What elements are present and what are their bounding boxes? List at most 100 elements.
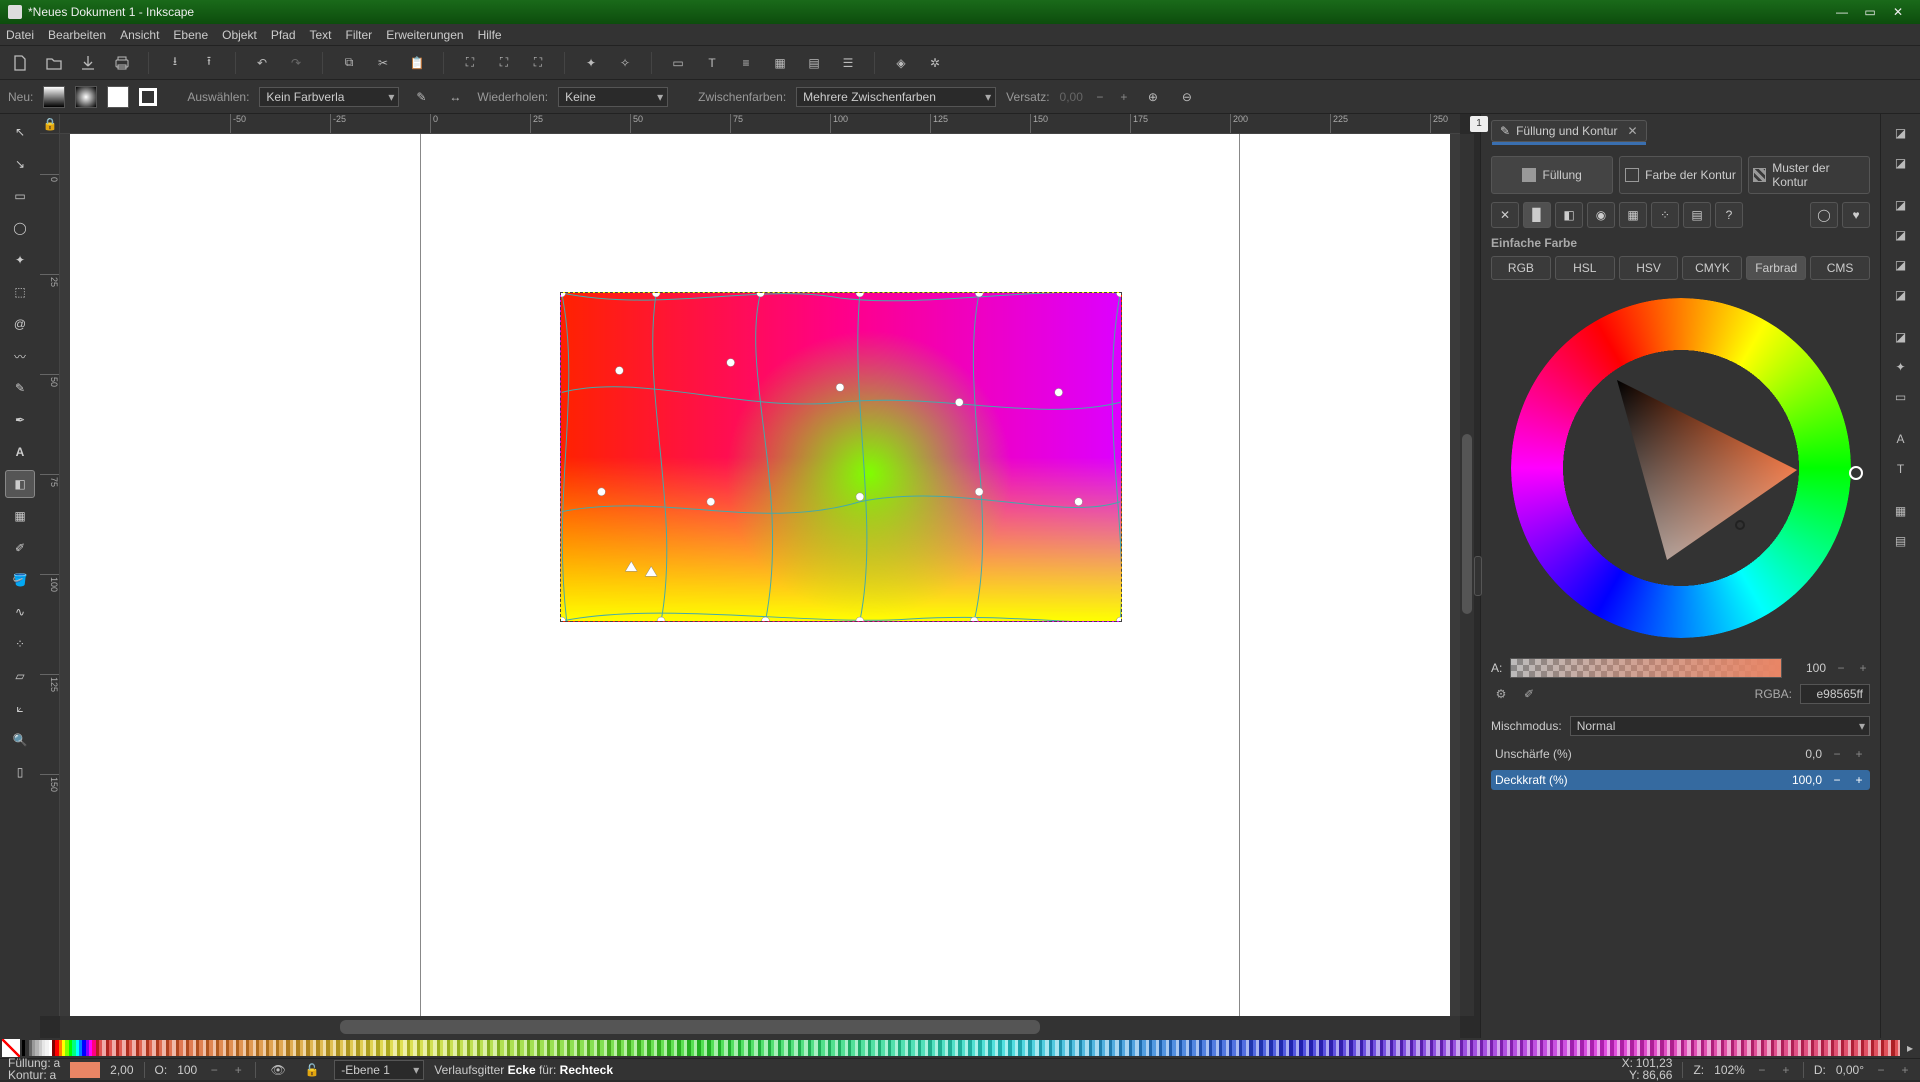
print-icon[interactable] bbox=[110, 51, 134, 75]
pages-tool-icon[interactable]: ▯ bbox=[5, 758, 35, 786]
menu-edit[interactable]: Bearbeiten bbox=[48, 28, 106, 42]
linear-gradient-icon[interactable]: ◧ bbox=[1555, 202, 1583, 228]
grid-icon[interactable]: ▤ bbox=[802, 51, 826, 75]
stroke-paint-tab[interactable]: Farbe der Kontur bbox=[1619, 156, 1741, 194]
open-icon[interactable] bbox=[42, 51, 66, 75]
radial-gradient-icon[interactable]: ◉ bbox=[1587, 202, 1615, 228]
lock-icon[interactable]: 🔓 bbox=[300, 1058, 324, 1082]
dock-icon[interactable]: ◪ bbox=[1887, 192, 1915, 218]
spray-tool-icon[interactable]: ⁘ bbox=[5, 630, 35, 658]
grad-fill-icon[interactable] bbox=[107, 86, 129, 108]
tweak-tool-icon[interactable]: ∿ bbox=[5, 598, 35, 626]
dock-icon[interactable]: ◪ bbox=[1887, 282, 1915, 308]
opacity-minus[interactable]: − bbox=[1830, 773, 1844, 787]
color-wheel[interactable] bbox=[1501, 288, 1861, 648]
group-icon[interactable]: ▭ bbox=[666, 51, 690, 75]
zoom-sel-icon[interactable]: ⛶ bbox=[458, 51, 482, 75]
edit-gradient-icon[interactable]: ✎ bbox=[409, 85, 433, 109]
bezier-tool-icon[interactable]: ✎ bbox=[5, 374, 35, 402]
heart-icon[interactable]: ♥ bbox=[1842, 202, 1870, 228]
mode-hsv[interactable]: HSV bbox=[1619, 256, 1679, 280]
status-o-plus[interactable]: + bbox=[231, 1063, 245, 1077]
save-icon[interactable] bbox=[76, 51, 100, 75]
status-o-minus[interactable]: − bbox=[207, 1063, 221, 1077]
dock-icon[interactable]: ◪ bbox=[1887, 150, 1915, 176]
fill-tab[interactable]: Füllung bbox=[1491, 156, 1613, 194]
node-tool-icon[interactable]: ↘ bbox=[5, 150, 35, 178]
rotation-value[interactable]: 0,00° bbox=[1836, 1063, 1864, 1077]
zoom-tool-icon[interactable]: 🔍 bbox=[5, 726, 35, 754]
opacity-row[interactable]: Deckkraft (%) 100,0 − + bbox=[1491, 770, 1870, 790]
xml-icon[interactable]: ▦ bbox=[768, 51, 792, 75]
flat-color-icon[interactable]: ▉ bbox=[1523, 202, 1551, 228]
mesh-tool-icon[interactable]: ▦ bbox=[5, 502, 35, 530]
dropper-tool-icon[interactable]: ✐ bbox=[5, 534, 35, 562]
export-icon[interactable]: ⭱ bbox=[197, 51, 221, 75]
copy-icon[interactable]: ⧉ bbox=[337, 51, 361, 75]
menu-layer[interactable]: Ebene bbox=[173, 28, 208, 42]
gradient-select-dropdown[interactable]: Kein Farbverla bbox=[259, 87, 399, 107]
dock-icon[interactable]: ◪ bbox=[1887, 120, 1915, 146]
page-badge[interactable]: 1 bbox=[1470, 116, 1488, 132]
blend-mode-dropdown[interactable]: Normal bbox=[1570, 716, 1870, 736]
alpha-value[interactable]: 100 bbox=[1790, 661, 1826, 675]
mode-cmyk[interactable]: CMYK bbox=[1682, 256, 1742, 280]
ruler-lock-icon[interactable]: 🔒 bbox=[40, 114, 60, 134]
maximize-button[interactable]: ▭ bbox=[1856, 2, 1884, 22]
blur-value[interactable]: 0,0 bbox=[1772, 747, 1822, 761]
dock-icon[interactable]: T bbox=[1887, 456, 1915, 482]
menu-filter[interactable]: Filter bbox=[346, 28, 373, 42]
duplicate-icon[interactable]: ✦ bbox=[579, 51, 603, 75]
gradient-tool-icon[interactable]: ◧ bbox=[5, 470, 35, 498]
mode-rgb[interactable]: RGB bbox=[1491, 256, 1551, 280]
zoom-page-icon[interactable]: ⛶ bbox=[526, 51, 550, 75]
menu-help[interactable]: Hilfe bbox=[478, 28, 502, 42]
canvas-scrollbar-vertical[interactable] bbox=[1460, 134, 1474, 1016]
clone-icon[interactable]: ✧ bbox=[613, 51, 637, 75]
hue-marker[interactable] bbox=[1849, 466, 1863, 480]
undo-icon[interactable]: ↶ bbox=[250, 51, 274, 75]
mesh-gradient-icon[interactable]: ▦ bbox=[1619, 202, 1647, 228]
dock-icon[interactable]: ▭ bbox=[1887, 384, 1915, 410]
align-icon[interactable]: ≡ bbox=[734, 51, 758, 75]
alpha-minus[interactable]: − bbox=[1834, 661, 1848, 675]
sv-marker[interactable] bbox=[1735, 520, 1745, 530]
reverse-gradient-icon[interactable]: ↔ bbox=[443, 85, 467, 109]
dock-icon[interactable]: ▦ bbox=[1887, 498, 1915, 524]
spiral-tool-icon[interactable]: @ bbox=[5, 310, 35, 338]
mesh-gradient-object[interactable] bbox=[560, 292, 1122, 622]
layers-icon[interactable]: ☰ bbox=[836, 51, 860, 75]
grad-stroke-icon[interactable] bbox=[139, 88, 157, 106]
delete-stop-icon[interactable]: ⊖ bbox=[1175, 85, 1199, 109]
dock-icon[interactable]: ◪ bbox=[1887, 222, 1915, 248]
ruler-horizontal[interactable]: -50 -25 0 25 50 75 100 125 150 175 200 2… bbox=[60, 114, 1460, 134]
swatch-icon[interactable]: ▤ bbox=[1683, 202, 1711, 228]
grad-linear-icon[interactable] bbox=[43, 86, 65, 108]
cut-icon[interactable]: ✂ bbox=[371, 51, 395, 75]
eyedropper-icon[interactable]: ✐ bbox=[1519, 687, 1539, 701]
new-icon[interactable] bbox=[8, 51, 32, 75]
blur-plus[interactable]: + bbox=[1852, 747, 1866, 761]
selector-tool-icon[interactable]: ↖ bbox=[5, 118, 35, 146]
ruler-vertical[interactable]: 0 25 50 75 100 125 150 bbox=[40, 134, 60, 1016]
status-opacity-value[interactable]: 100 bbox=[177, 1063, 197, 1077]
cube-tool-icon[interactable]: ⬚ bbox=[5, 278, 35, 306]
pattern-icon[interactable]: ⁘ bbox=[1651, 202, 1679, 228]
canvas[interactable] bbox=[60, 134, 1460, 1016]
status-stroke-width[interactable]: 2,00 bbox=[110, 1063, 133, 1077]
alpha-plus[interactable]: + bbox=[1856, 661, 1870, 675]
prefs-icon[interactable]: ◈ bbox=[889, 51, 913, 75]
panel-splitter[interactable] bbox=[1474, 556, 1482, 596]
offset-minus[interactable]: − bbox=[1093, 90, 1107, 104]
no-paint-icon[interactable]: ✕ bbox=[1491, 202, 1519, 228]
visibility-icon[interactable]: 👁 bbox=[266, 1058, 290, 1082]
scrollbar-thumb[interactable] bbox=[1462, 434, 1472, 614]
status-fill-swatch[interactable] bbox=[70, 1062, 100, 1078]
dock-icon[interactable]: ▤ bbox=[1887, 528, 1915, 554]
dock-icon[interactable]: ◪ bbox=[1887, 324, 1915, 350]
palette-menu-icon[interactable]: ▸ bbox=[1900, 1036, 1920, 1060]
snap-icon[interactable]: ✦ bbox=[1887, 354, 1915, 380]
menu-file[interactable]: Datei bbox=[6, 28, 34, 42]
text-tool-icon[interactable]: A bbox=[5, 438, 35, 466]
grad-radial-icon[interactable] bbox=[75, 86, 97, 108]
